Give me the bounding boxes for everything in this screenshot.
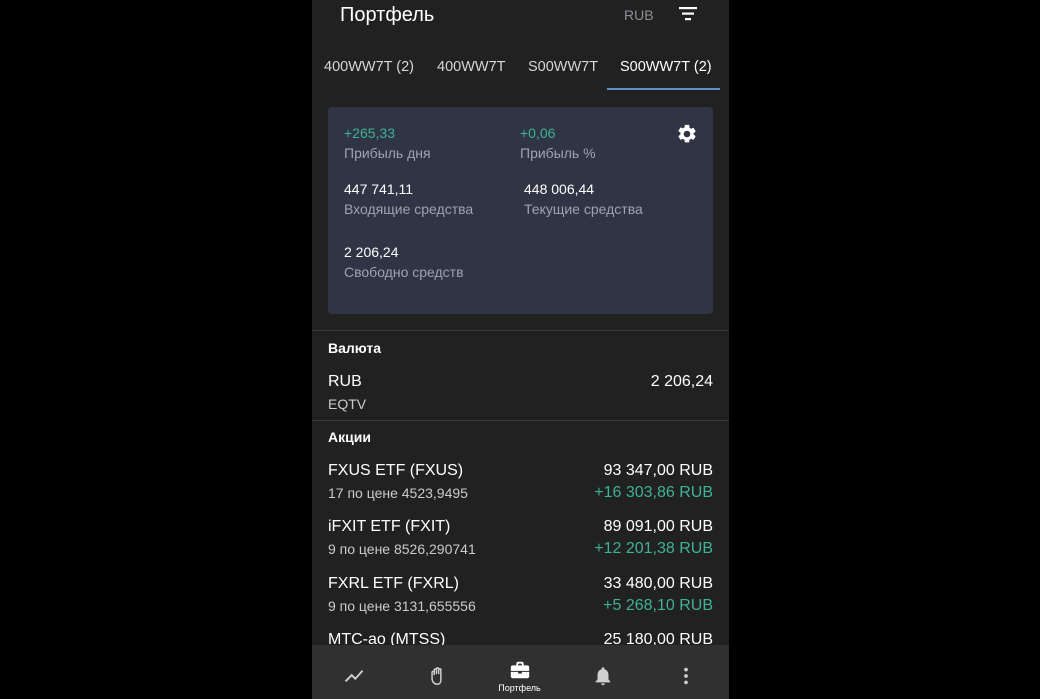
- tab-account-3[interactable]: S00WW7T: [528, 58, 598, 76]
- currency-section-title: Валюта: [328, 340, 382, 356]
- stock-row-fxus[interactable]: FXUS ETF (FXUS) 17 по цене 4523,9495 93 …: [328, 461, 713, 505]
- currency-exchange: EQTV: [328, 396, 367, 412]
- portfolio-screen: Портфель RUB 400WW7T (2) 400WW7T S00WW7T…: [312, 0, 729, 699]
- current-funds-stat: 448 006,44 Текущие средства: [524, 181, 643, 218]
- account-tabs: 400WW7T (2) 400WW7T S00WW7T S00WW7T (2): [312, 44, 729, 91]
- stock-quantity: 17 по цене 4523,9495: [328, 485, 468, 501]
- divider: [312, 420, 729, 421]
- tab-account-4[interactable]: S00WW7T (2): [620, 58, 712, 76]
- profit-percent-stat: +0,06 Прибыль %: [520, 125, 596, 162]
- stock-amount: 33 480,00 RUB: [603, 575, 713, 592]
- bottom-navigation: Портфель: [312, 645, 729, 699]
- stock-profit: +12 201,38 RUB: [594, 540, 713, 557]
- day-profit-stat: +265,33 Прибыль дня: [344, 125, 431, 162]
- tab-account-1[interactable]: 400WW7T (2): [324, 58, 414, 76]
- nav-portfolio-label: Портфель: [498, 683, 541, 693]
- nav-more[interactable]: [644, 645, 727, 699]
- stocks-section-title: Акции: [328, 429, 371, 445]
- stock-row-fxrl[interactable]: FXRL ETF (FXRL) 9 по цене 3131,655556 33…: [328, 574, 713, 618]
- profit-percent-label: Прибыль %: [520, 145, 596, 161]
- stock-amount: 89 091,00 RUB: [603, 518, 713, 535]
- stock-profit: +5 268,10 RUB: [603, 597, 713, 614]
- day-profit-label: Прибыль дня: [344, 145, 431, 161]
- gear-icon[interactable]: [676, 123, 698, 145]
- stock-name: iFXIT ETF (FXIT): [328, 518, 451, 535]
- nav-analytics[interactable]: [312, 645, 395, 699]
- incoming-funds-value: 447 741,11: [344, 181, 414, 197]
- day-profit-value: +265,33: [344, 125, 395, 141]
- incoming-funds-label: Входящие средства: [344, 201, 474, 217]
- more-vertical-icon: [683, 667, 688, 685]
- divider: [312, 330, 729, 331]
- stock-amount: 93 347,00 RUB: [603, 462, 713, 479]
- hand-icon: [430, 667, 442, 685]
- current-funds-label: Текущие средства: [524, 201, 643, 217]
- stock-quantity: 9 по цене 8526,290741: [328, 541, 476, 557]
- stock-quantity: 9 по цене 3131,655556: [328, 598, 476, 614]
- nav-trade[interactable]: [395, 645, 478, 699]
- briefcase-icon: [510, 661, 529, 679]
- app-bar: Портфель RUB: [312, 0, 729, 44]
- current-funds-value: 448 006,44: [524, 181, 595, 197]
- profit-percent-value: +0,06: [520, 125, 556, 141]
- currency-amount: 2 206,24: [650, 373, 713, 390]
- currency-row-rub[interactable]: RUB EQTV 2 206,24: [328, 372, 713, 416]
- nav-notifications[interactable]: [561, 645, 644, 699]
- currency-selector[interactable]: RUB: [624, 6, 654, 24]
- free-funds-stat: 2 206,24 Свободно средств: [344, 244, 464, 281]
- filter-icon[interactable]: [676, 4, 700, 24]
- stock-name: FXUS ETF (FXUS): [328, 462, 464, 479]
- tab-indicator: [607, 88, 720, 90]
- nav-portfolio[interactable]: Портфель: [478, 645, 561, 699]
- bell-icon: [595, 667, 610, 686]
- free-funds-value: 2 206,24: [344, 244, 399, 260]
- currency-name: RUB: [328, 373, 362, 390]
- page-title: Портфель: [340, 4, 435, 26]
- portfolio-summary-card: +265,33 Прибыль дня +0,06 Прибыль % 447 …: [328, 107, 713, 314]
- stock-name: FXRL ETF (FXRL): [328, 575, 459, 592]
- chart-line-icon: [344, 670, 363, 682]
- stock-profit: +16 303,86 RUB: [594, 484, 713, 501]
- stock-row-fxit[interactable]: iFXIT ETF (FXIT) 9 по цене 8526,290741 8…: [328, 517, 713, 561]
- free-funds-label: Свободно средств: [344, 264, 464, 280]
- tab-account-2[interactable]: 400WW7T: [437, 58, 506, 76]
- incoming-funds-stat: 447 741,11 Входящие средства: [344, 181, 473, 218]
